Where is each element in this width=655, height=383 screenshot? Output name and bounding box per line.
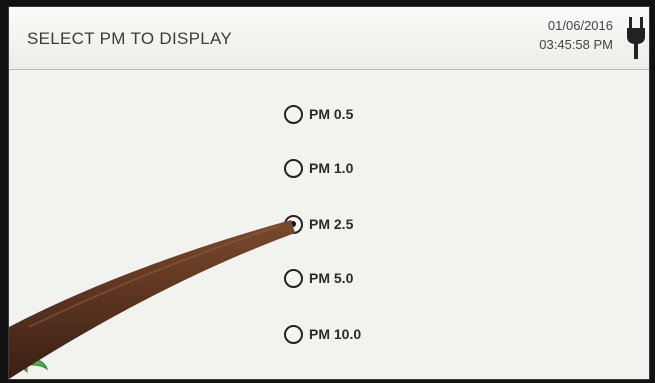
datetime-display: 01/06/2016 03:45:58 PM (539, 16, 613, 54)
radio-button[interactable] (284, 158, 303, 178)
date-label: 01/06/2016 (547, 18, 613, 33)
option-label: PM 0.5 (309, 106, 354, 122)
option-label: PM 5.0 (309, 270, 354, 286)
option-pm-5-0[interactable]: PM 5.0 (284, 264, 353, 292)
option-pm-0-5[interactable]: PM 0.5 (284, 100, 353, 128)
back-arrow-icon[interactable] (13, 345, 53, 375)
option-label: PM 2.5 (309, 216, 354, 232)
page-title: SELECT PM TO DISPLAY (27, 29, 233, 48)
option-label: PM 1.0 (309, 160, 354, 176)
radio-button[interactable] (284, 104, 303, 124)
option-label: PM 10.0 (309, 326, 362, 342)
option-pm-10-0[interactable]: PM 10.0 (284, 320, 361, 348)
time-label: 03:45:58 PM (539, 37, 613, 52)
device-frame: SELECT PM TO DISPLAY 01/06/2016 03:45:58… (0, 0, 655, 383)
radio-button[interactable] (284, 214, 303, 234)
option-pm-2-5[interactable]: PM 2.5 (284, 210, 353, 238)
radio-button[interactable] (284, 268, 303, 288)
plug-icon (627, 17, 645, 59)
radio-button[interactable] (284, 324, 303, 344)
touch-screen: SELECT PM TO DISPLAY 01/06/2016 03:45:58… (8, 6, 650, 380)
header-bar: SELECT PM TO DISPLAY 01/06/2016 03:45:58… (9, 7, 649, 70)
option-pm-1-0[interactable]: PM 1.0 (284, 154, 353, 182)
